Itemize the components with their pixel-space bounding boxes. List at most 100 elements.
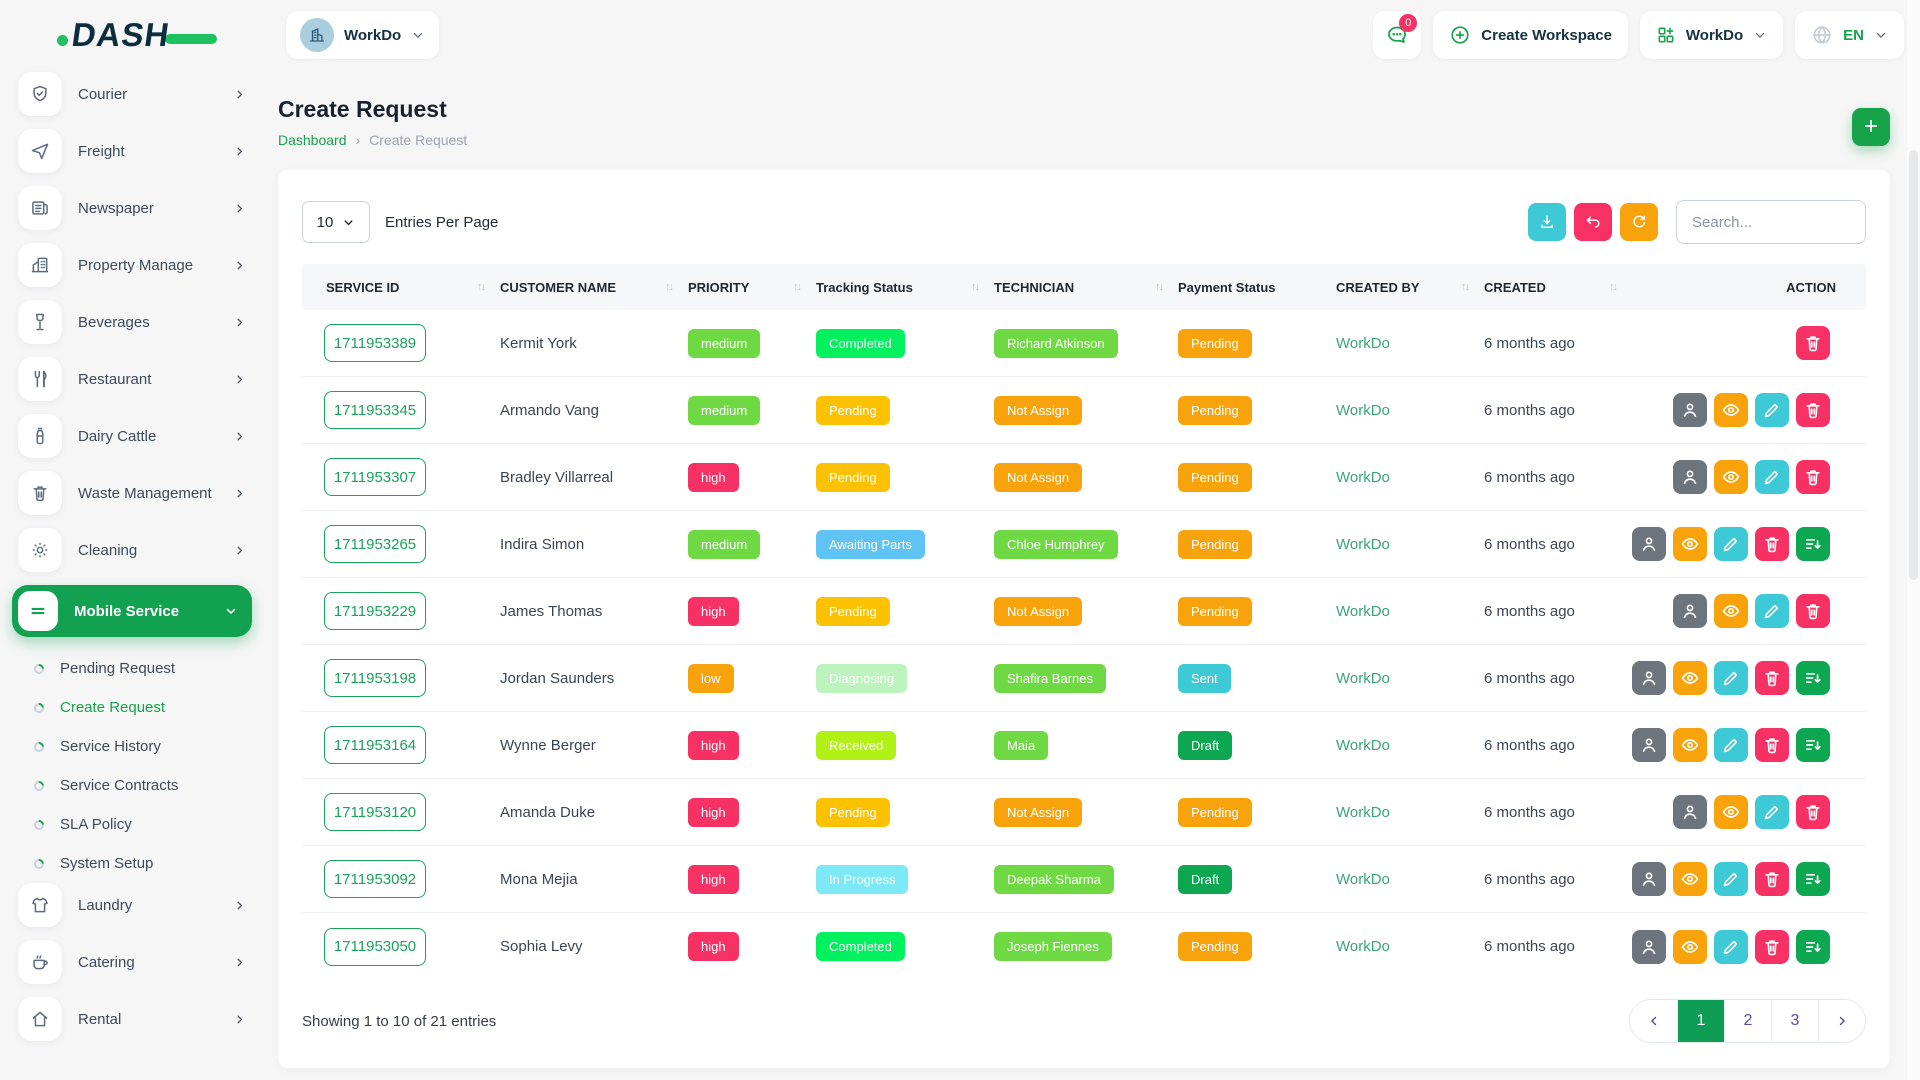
- assign-user-button[interactable]: [1632, 661, 1666, 695]
- export-button[interactable]: [1528, 203, 1566, 241]
- refresh-button[interactable]: [1620, 203, 1658, 241]
- pagination-page-2[interactable]: 2: [1724, 1000, 1771, 1042]
- delete-button[interactable]: [1755, 661, 1789, 695]
- sort-icon[interactable]: ↑↓: [665, 281, 672, 293]
- service-id-button[interactable]: 1711953307: [324, 458, 426, 496]
- brand-logo[interactable]: DASH: [0, 16, 274, 54]
- service-id-button[interactable]: 1711953092: [324, 860, 426, 898]
- view-button[interactable]: [1714, 460, 1748, 494]
- scrollbar-thumb[interactable]: [1909, 150, 1918, 580]
- delete-button[interactable]: [1755, 527, 1789, 561]
- sort-icon[interactable]: ↑↓: [1609, 281, 1616, 293]
- sidebar-item-beverages[interactable]: Beverages: [18, 300, 246, 344]
- view-button[interactable]: [1673, 661, 1707, 695]
- assign-user-button[interactable]: [1673, 393, 1707, 427]
- edit-button[interactable]: [1714, 862, 1748, 896]
- created-by-link[interactable]: WorkDo: [1336, 938, 1390, 955]
- view-button[interactable]: [1673, 930, 1707, 964]
- reorder-button[interactable]: [1796, 661, 1830, 695]
- view-button[interactable]: [1673, 527, 1707, 561]
- edit-button[interactable]: [1755, 393, 1789, 427]
- search-input[interactable]: [1676, 200, 1866, 244]
- sidebar-item-service-history[interactable]: Service History: [18, 727, 246, 766]
- language-menu[interactable]: EN: [1795, 11, 1904, 59]
- delete-button[interactable]: [1755, 930, 1789, 964]
- sidebar-item-cleaning[interactable]: Cleaning: [18, 528, 246, 572]
- sidebar-item-waste-management[interactable]: Waste Management: [18, 471, 246, 515]
- created-by-link[interactable]: WorkDo: [1336, 402, 1390, 419]
- created-by-link[interactable]: WorkDo: [1336, 871, 1390, 888]
- created-by-link[interactable]: WorkDo: [1336, 603, 1390, 620]
- workspace-switcher[interactable]: WorkDo: [286, 11, 439, 59]
- created-by-link[interactable]: WorkDo: [1336, 469, 1390, 486]
- view-button[interactable]: [1714, 795, 1748, 829]
- edit-button[interactable]: [1755, 594, 1789, 628]
- sort-icon[interactable]: ↑↓: [793, 281, 800, 293]
- sidebar-item-courier[interactable]: Courier: [18, 72, 246, 116]
- assign-user-button[interactable]: [1673, 795, 1707, 829]
- assign-user-button[interactable]: [1632, 527, 1666, 561]
- view-button[interactable]: [1673, 862, 1707, 896]
- created-by-link[interactable]: WorkDo: [1336, 335, 1390, 352]
- delete-button[interactable]: [1796, 326, 1830, 360]
- edit-button[interactable]: [1755, 795, 1789, 829]
- delete-button[interactable]: [1796, 795, 1830, 829]
- sort-icon[interactable]: ↑↓: [1461, 281, 1468, 293]
- reorder-button[interactable]: [1796, 527, 1830, 561]
- sidebar-item-rental[interactable]: Rental: [18, 997, 246, 1041]
- reorder-button[interactable]: [1796, 862, 1830, 896]
- service-id-button[interactable]: 1711953120: [324, 793, 426, 831]
- pagination-page-3[interactable]: 3: [1771, 1000, 1818, 1042]
- sidebar-item-restaurant[interactable]: Restaurant: [18, 357, 246, 401]
- assign-user-button[interactable]: [1632, 930, 1666, 964]
- service-id-button[interactable]: 1711953389: [324, 324, 426, 362]
- created-by-link[interactable]: WorkDo: [1336, 804, 1390, 821]
- sidebar-item-system-setup[interactable]: System Setup: [18, 844, 246, 883]
- sidebar-item-create-request[interactable]: Create Request: [18, 688, 246, 727]
- service-id-button[interactable]: 1711953164: [324, 726, 426, 764]
- reorder-button[interactable]: [1796, 728, 1830, 762]
- assign-user-button[interactable]: [1673, 460, 1707, 494]
- created-by-link[interactable]: WorkDo: [1336, 536, 1390, 553]
- view-button[interactable]: [1714, 393, 1748, 427]
- view-button[interactable]: [1673, 728, 1707, 762]
- service-id-button[interactable]: 1711953229: [324, 592, 426, 630]
- sidebar-item-freight[interactable]: Freight: [18, 129, 246, 173]
- messages-button[interactable]: 0: [1373, 11, 1421, 59]
- breadcrumb-dashboard-link[interactable]: Dashboard: [278, 132, 347, 148]
- assign-user-button[interactable]: [1673, 594, 1707, 628]
- entries-per-page-select[interactable]: 10: [302, 201, 370, 243]
- sidebar-item-dairy-cattle[interactable]: Dairy Cattle: [18, 414, 246, 458]
- service-id-button[interactable]: 1711953198: [324, 659, 426, 697]
- edit-button[interactable]: [1714, 728, 1748, 762]
- created-by-link[interactable]: WorkDo: [1336, 670, 1390, 687]
- reorder-button[interactable]: [1796, 930, 1830, 964]
- create-workspace-button[interactable]: Create Workspace: [1433, 11, 1628, 59]
- sidebar-item-catering[interactable]: Catering: [18, 940, 246, 984]
- pagination-next-button[interactable]: [1818, 1000, 1865, 1042]
- sidebar-item-laundry[interactable]: Laundry: [18, 883, 246, 927]
- delete-button[interactable]: [1796, 594, 1830, 628]
- pagination-prev-button[interactable]: [1630, 1000, 1677, 1042]
- sidebar-item-property-manage[interactable]: Property Manage: [18, 243, 246, 287]
- page-scrollbar[interactable]: [1907, 0, 1920, 1080]
- assign-user-button[interactable]: [1632, 862, 1666, 896]
- edit-button[interactable]: [1714, 661, 1748, 695]
- sidebar-item-mobile-service[interactable]: Mobile Service: [12, 585, 252, 637]
- service-id-button[interactable]: 1711953265: [324, 525, 426, 563]
- add-request-button[interactable]: +: [1852, 108, 1890, 146]
- workspace-menu[interactable]: WorkDo: [1640, 11, 1783, 59]
- delete-button[interactable]: [1796, 393, 1830, 427]
- view-button[interactable]: [1714, 594, 1748, 628]
- service-id-button[interactable]: 1711953050: [324, 928, 426, 966]
- sidebar-item-sla-policy[interactable]: SLA Policy: [18, 805, 246, 844]
- sidebar-item-service-contracts[interactable]: Service Contracts: [18, 766, 246, 805]
- sort-icon[interactable]: ↑↓: [477, 281, 484, 293]
- pagination-page-1[interactable]: 1: [1677, 1000, 1724, 1042]
- created-by-link[interactable]: WorkDo: [1336, 737, 1390, 754]
- sidebar-item-pending-request[interactable]: Pending Request: [18, 649, 246, 688]
- reset-button[interactable]: [1574, 203, 1612, 241]
- delete-button[interactable]: [1796, 460, 1830, 494]
- assign-user-button[interactable]: [1632, 728, 1666, 762]
- edit-button[interactable]: [1714, 930, 1748, 964]
